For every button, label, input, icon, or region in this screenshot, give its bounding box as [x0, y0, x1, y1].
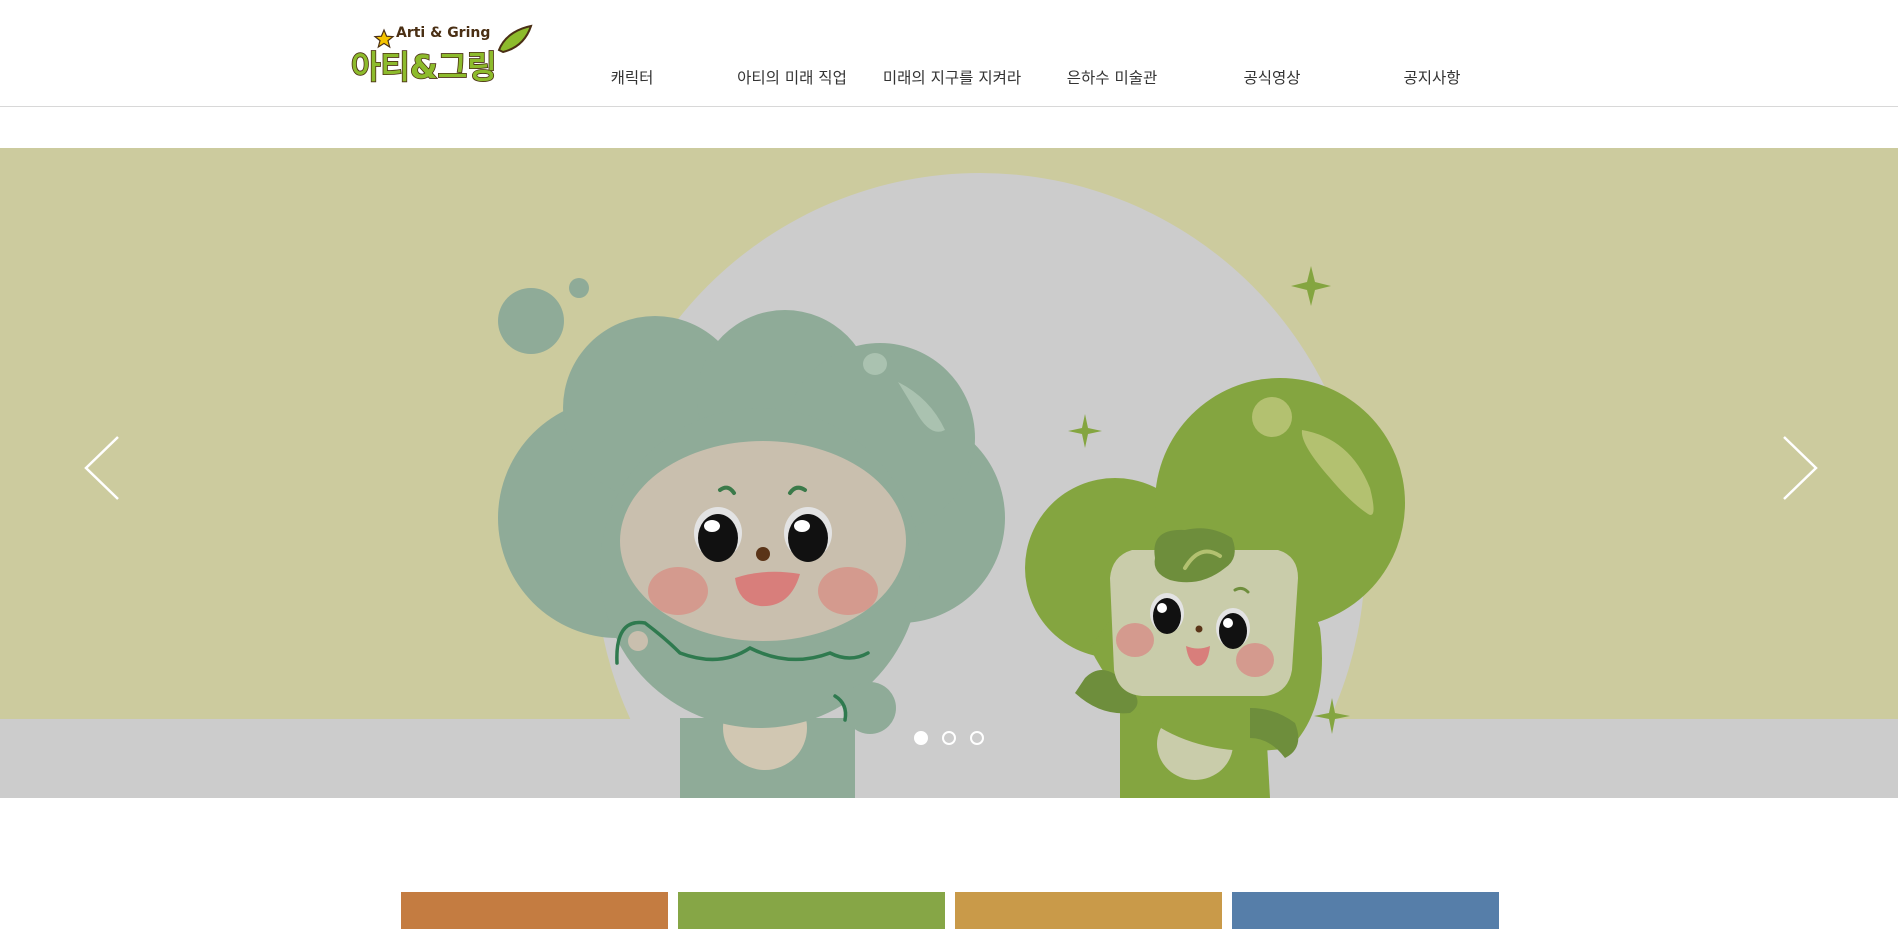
category-tile-3[interactable]: [955, 892, 1222, 929]
nav-item-future-jobs[interactable]: 아티의 미래 직업: [737, 66, 847, 90]
nav-item-notices[interactable]: 공지사항: [1403, 66, 1460, 90]
slide-illustration: [498, 173, 1405, 798]
logo-top-text: Arti & Gring: [396, 25, 490, 41]
slide-dot-3[interactable]: [970, 731, 984, 745]
chevron-left-icon[interactable]: [82, 435, 122, 501]
nav-item-official-video[interactable]: 공식영상: [1243, 66, 1300, 90]
sparkle-icon: [1291, 266, 1331, 306]
star-icon: [373, 28, 395, 49]
nav-item-characters[interactable]: 캐릭터: [611, 66, 654, 90]
slide-dot-2[interactable]: [942, 731, 956, 745]
nav-item-protect-earth[interactable]: 미래의 지구를 지켜라: [883, 66, 1021, 90]
category-tile-4[interactable]: [1232, 892, 1499, 929]
slide-dot-1[interactable]: [914, 731, 928, 745]
category-tile-1[interactable]: [401, 892, 668, 929]
site-header: Arti & Gring 아티&그링 캐릭터 아티의 미래 직업 미래의 지구를…: [0, 0, 1898, 107]
main-nav: 캐릭터 아티의 미래 직업 미래의 지구를 지켜라 은하수 미술관 공식영상 공…: [0, 66, 1898, 90]
leaf-icon: [497, 24, 533, 54]
category-tile-2[interactable]: [678, 892, 945, 929]
hero-slider[interactable]: [0, 148, 1898, 798]
chevron-right-icon[interactable]: [1780, 435, 1820, 501]
nav-item-galaxy-museum[interactable]: 은하수 미술관: [1067, 66, 1158, 90]
